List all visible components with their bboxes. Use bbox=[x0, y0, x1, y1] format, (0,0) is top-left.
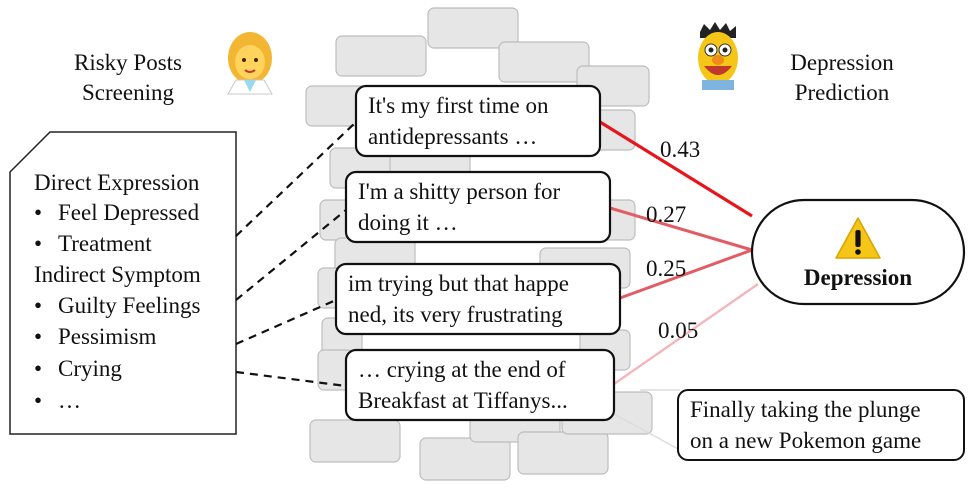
output-label: Depression bbox=[804, 265, 912, 290]
right-heading: Depression Prediction bbox=[790, 50, 894, 105]
post-3-line1: im trying but that happe bbox=[348, 271, 569, 296]
criteria-item-treatment: Treatment bbox=[58, 231, 152, 256]
post-2-line1: I'm a shitty person for bbox=[358, 179, 561, 204]
bullet-6: • bbox=[34, 388, 42, 413]
model-emoji-icon bbox=[698, 22, 738, 90]
criteria-card: Direct Expression • Feel Depressed • Tre… bbox=[9, 131, 237, 435]
post-3-line2: ned, its very frustrating bbox=[348, 302, 563, 327]
left-heading-line1: Risky Posts bbox=[74, 50, 182, 75]
left-heading-line2: Screening bbox=[82, 80, 174, 105]
post-4-line2: Breakfast at Tiffanys... bbox=[358, 388, 568, 413]
weight-post-4: 0.05 bbox=[658, 318, 698, 343]
right-heading-line2: Prediction bbox=[795, 80, 890, 105]
bullet-1: • bbox=[34, 200, 42, 225]
post-1: It's my first time on antidepressants … bbox=[354, 84, 602, 158]
post-1-line1: It's my first time on bbox=[368, 93, 549, 118]
criteria-item-guilty-feelings: Guilty Feelings bbox=[58, 293, 201, 318]
bullet-3: • bbox=[34, 293, 42, 318]
ignored-post-line1: Finally taking the plunge bbox=[690, 397, 921, 422]
post-4-line1: … crying at the end of bbox=[358, 357, 566, 382]
criteria-item-crying: Crying bbox=[58, 356, 122, 381]
bullet-4: • bbox=[34, 324, 42, 349]
depression-output-node: Depression bbox=[750, 198, 966, 306]
bullet-5: • bbox=[34, 356, 42, 381]
criteria-group2: Indirect Symptom bbox=[34, 262, 201, 287]
criteria-item-ellipsis: … bbox=[58, 388, 81, 413]
weight-post-3: 0.25 bbox=[646, 256, 686, 281]
bullet-2: • bbox=[34, 231, 42, 256]
left-heading: Risky Posts Screening bbox=[74, 50, 182, 105]
criteria-group1: Direct Expression bbox=[34, 170, 200, 195]
criteria-item-feel-depressed: Feel Depressed bbox=[58, 200, 200, 225]
ignored-post: Finally taking the plunge on a new Pokem… bbox=[677, 389, 965, 461]
right-heading-line1: Depression bbox=[790, 50, 894, 75]
post-3: im trying but that happe ned, its very f… bbox=[334, 262, 622, 336]
criteria-item-pessimism: Pessimism bbox=[58, 324, 157, 349]
doctor-emoji-icon bbox=[227, 32, 273, 95]
post-1-line2: antidepressants … bbox=[368, 124, 537, 149]
post-4: … crying at the end of Breakfast at Tiff… bbox=[344, 348, 616, 422]
post-2-line2: doing it … bbox=[358, 210, 458, 235]
diagram-canvas: Risky Posts Screening Depression Predict… bbox=[9, 7, 966, 481]
weight-post-1: 0.43 bbox=[660, 137, 700, 162]
ignored-post-line2: on a new Pokemon game bbox=[690, 428, 921, 453]
weight-post-2: 0.27 bbox=[646, 202, 686, 227]
post-2: I'm a shitty person for doing it … bbox=[344, 170, 612, 244]
